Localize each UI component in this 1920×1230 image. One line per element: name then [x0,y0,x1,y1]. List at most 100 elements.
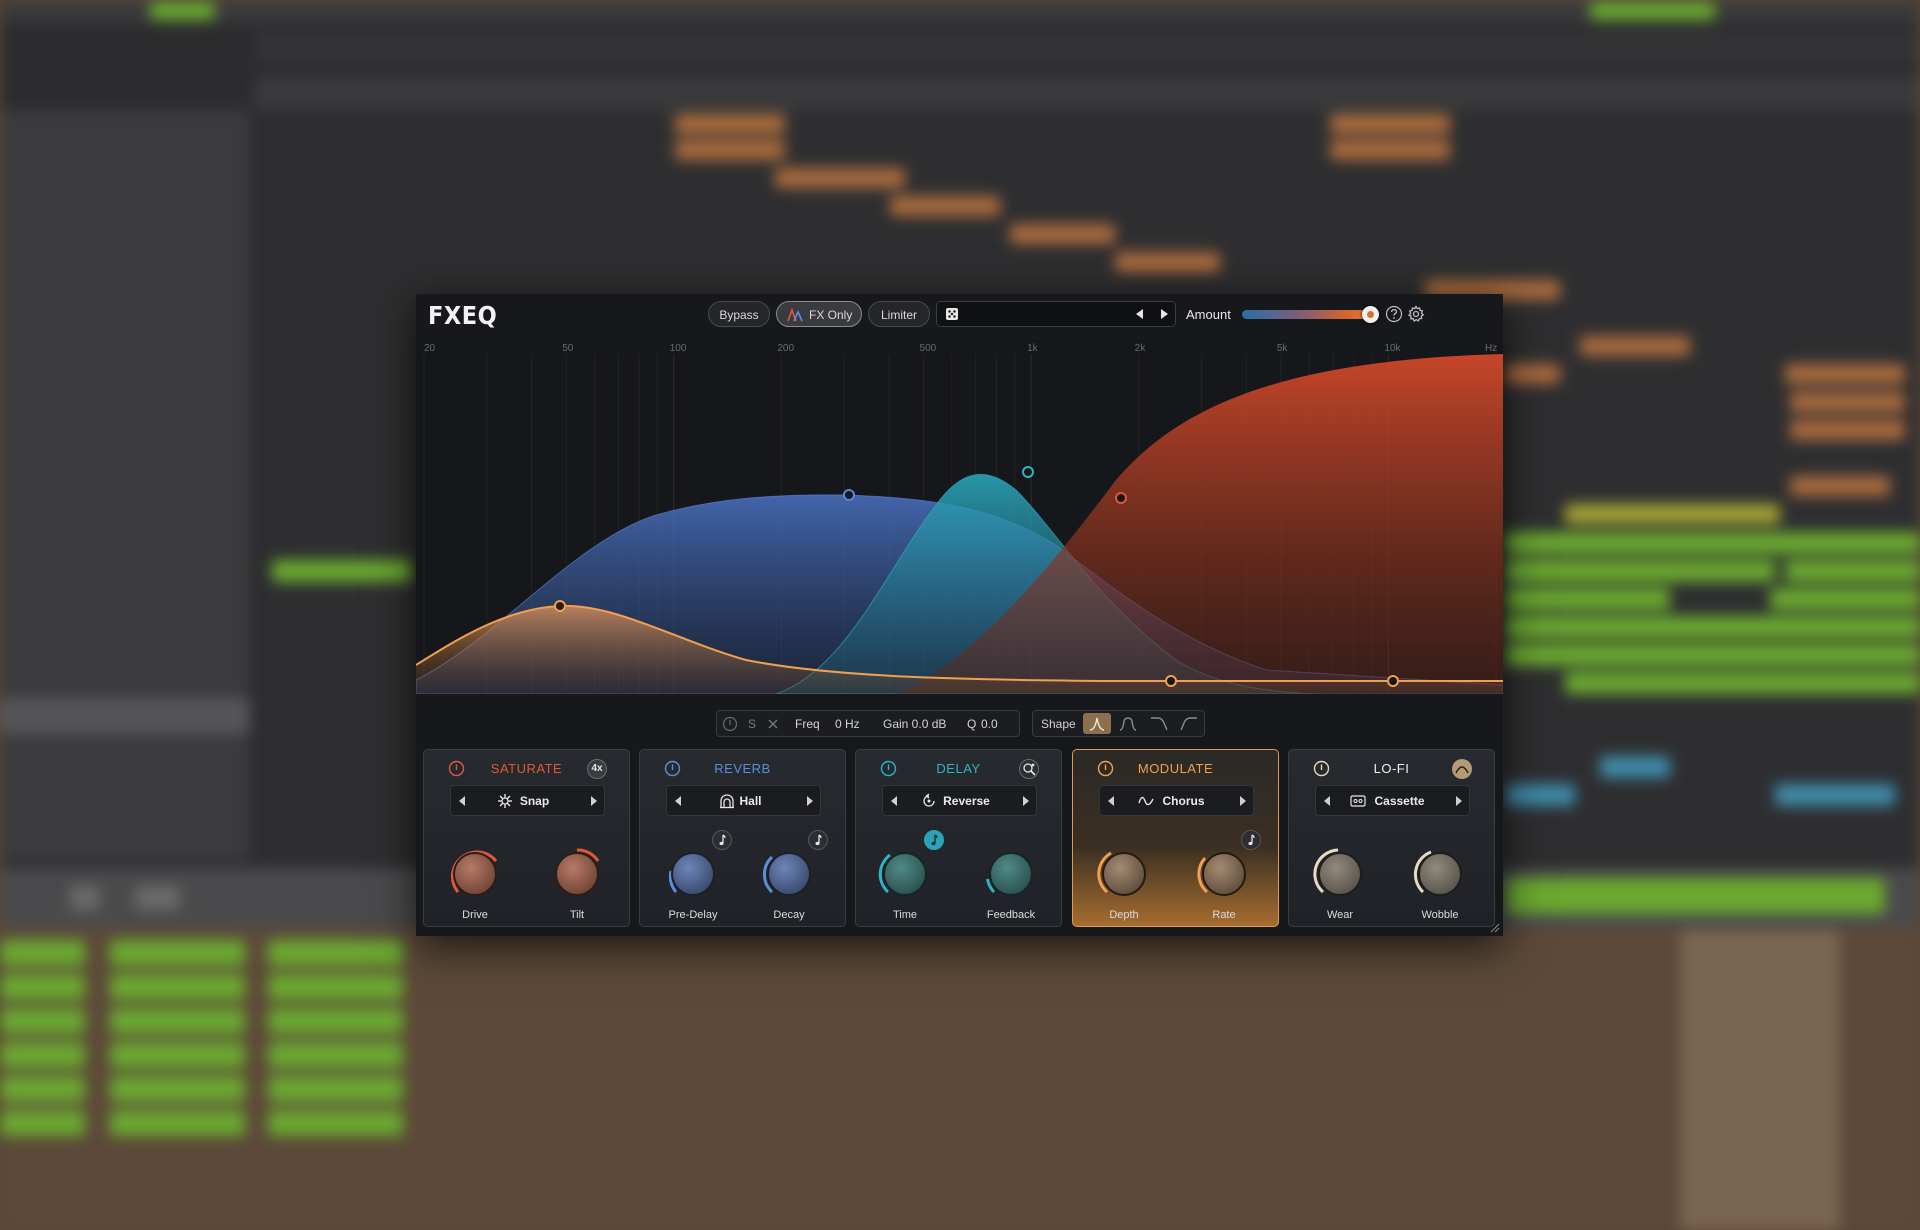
resize-handle-icon[interactable] [1490,923,1500,933]
daw-clip [1790,420,1905,440]
daw-clip [268,1042,403,1068]
frequency-label: 1k [1027,343,1039,354]
daw-mixer-control [1505,878,1885,914]
rate-knob[interactable] [1195,845,1253,903]
wobble-label: Wobble [1421,909,1459,921]
drive-knob[interactable] [446,845,504,903]
daw-clip [0,1008,85,1034]
reverb-title: REVERB [714,761,771,776]
band-power-icon[interactable] [722,716,738,732]
modulate-band-node[interactable] [554,600,566,612]
delay-band-node[interactable] [1022,466,1034,478]
daw-clip [0,1076,85,1102]
shape-bell-option[interactable] [1114,713,1142,734]
modulate-type-selector[interactable]: Chorus [1099,785,1254,816]
shape-peak-option[interactable] [1083,713,1111,734]
ping-pong-button[interactable] [1019,759,1039,779]
depth-knob[interactable] [1095,845,1153,903]
pre-delay-label: Pre-Delay [668,909,718,921]
daw-clip [110,1042,245,1068]
daw-clip [1010,224,1115,244]
daw-clip-launcher [0,930,1920,1230]
modulate-module[interactable]: MODULATE Chorus Depth Rate [1072,749,1279,927]
reverb-band-node[interactable] [843,489,855,501]
preset-browser[interactable] [936,301,1176,327]
amount-slider-handle[interactable] [1362,306,1379,323]
daw-clip [1770,588,1920,610]
lofi-type-selector[interactable]: Cassette [1315,785,1470,816]
band-q-value[interactable]: 0.0 [981,717,998,731]
bell-shape-icon [1119,717,1137,731]
band-freq-value[interactable]: 0 Hz [835,717,860,731]
daw-clip [1505,532,1920,554]
delay-module[interactable]: DELAY Reverse Time Feedback [855,749,1062,927]
daw-clip [675,140,785,160]
decay-knob[interactable] [760,845,818,903]
daw-clip [1600,756,1670,778]
pre-delay-knob[interactable] [664,845,722,903]
time-knob[interactable] [876,845,934,903]
daw-clip [1790,476,1890,496]
reverb-type-label: Hall [739,794,762,808]
saturate-module[interactable]: SATURATE 4x Snap Drive Tilt [423,749,630,927]
frequency-label: 50 [562,343,574,354]
limiter-button[interactable]: Limiter [868,301,930,327]
delay-type-label: Reverse [943,794,990,808]
lofi-module[interactable]: LO-FI Cassette Wear Wobble [1288,749,1495,927]
reverb-module[interactable]: REVERB Hall Pre-Delay Decay [639,749,846,927]
lowpass-shape-icon [1151,717,1168,731]
shape-selector: Shape [1032,710,1205,737]
shape-label: Shape [1041,717,1076,731]
peak-shape-icon [1089,717,1105,731]
frequency-label: 100 [670,343,687,354]
tilt-knob[interactable] [548,845,606,903]
frequency-label: 10k [1384,343,1401,354]
wobble-knob[interactable] [1411,845,1469,903]
lofi-curve-button[interactable] [1452,759,1472,779]
next-preset-icon[interactable] [1157,307,1171,321]
daw-clip [675,114,785,134]
fx-only-button[interactable]: FX Only [776,301,862,327]
amount-slider[interactable] [1242,310,1370,319]
shape-lowpass-option[interactable] [1145,713,1173,734]
next-type-icon[interactable] [1021,795,1031,807]
wear-knob[interactable] [1311,845,1369,903]
dice-icon[interactable] [945,307,959,321]
next-type-icon[interactable] [805,795,815,807]
saturate-type-selector[interactable]: Snap [450,785,605,816]
bypass-button[interactable]: Bypass [708,301,770,327]
saturate-band-node[interactable] [1115,492,1127,504]
tilt-label: Tilt [569,909,585,921]
daw-clip [1505,784,1575,806]
daw-clip [110,974,245,1000]
band-solo-button[interactable]: S [748,717,756,731]
settings-gear-icon[interactable] [1407,305,1425,323]
feedback-label: Feedback [986,909,1036,921]
daw-clip [1785,560,1920,582]
frequency-label: 2k [1135,343,1147,354]
previous-preset-icon[interactable] [1133,307,1147,321]
lofi-low-node[interactable] [1165,675,1177,687]
modulate-type-label: Chorus [1162,794,1205,808]
daw-clip [775,168,905,188]
reverb-type-selector[interactable]: Hall [666,785,821,816]
daw-clip [110,940,245,966]
daw-clip [0,1110,85,1136]
next-type-icon[interactable] [1238,795,1248,807]
spectrum-icon [787,308,803,322]
delay-type-selector[interactable]: Reverse [882,785,1037,816]
next-type-icon[interactable] [589,795,599,807]
band-delete-icon[interactable] [767,718,779,730]
oversample-button[interactable]: 4x [587,759,607,779]
curve-icon [1455,766,1469,774]
next-type-icon[interactable] [1454,795,1464,807]
daw-clip [1790,392,1905,412]
daw-clip [1505,560,1775,582]
daw-clip [268,940,403,966]
help-icon[interactable] [1385,305,1403,323]
eq-spectrum-display[interactable]: 20 50 100 200 500 1k 2k 5k 10k Hz [416,340,1503,694]
feedback-knob[interactable] [982,845,1040,903]
shape-highpass-option[interactable] [1175,713,1203,734]
band-gain-value[interactable]: Gain 0.0 dB [883,717,946,731]
lofi-high-node[interactable] [1387,675,1399,687]
